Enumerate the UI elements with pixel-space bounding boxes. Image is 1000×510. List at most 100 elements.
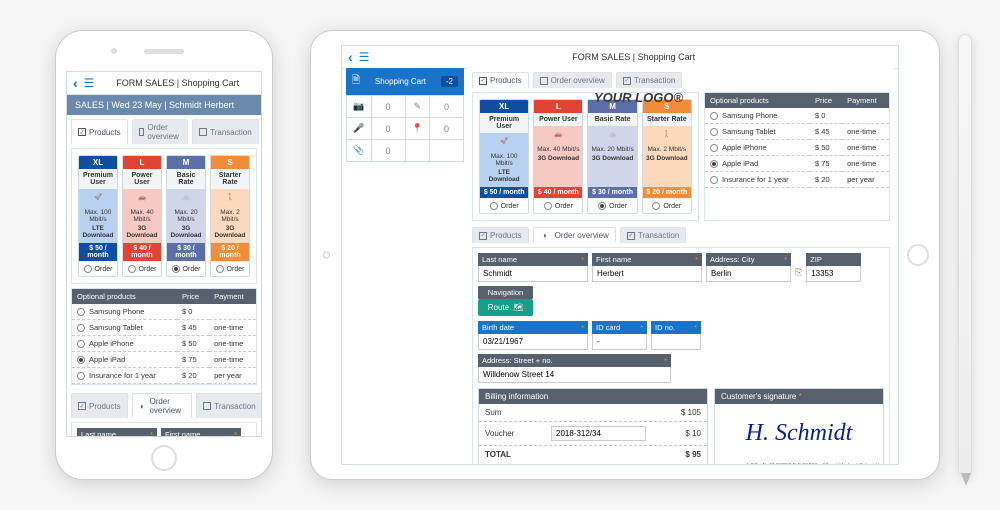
tablet-titlebar: ‹ ☰ FORM SALES | Shopping Cart [342, 46, 898, 69]
order-radio[interactable] [490, 202, 498, 210]
tab-transaction[interactable]: Transaction [196, 393, 262, 418]
options-table: Optional productsPricePayment Samsung Ph… [72, 289, 256, 384]
check-icon: ✓ [479, 77, 487, 85]
order-radio[interactable] [216, 265, 224, 273]
tab-transaction[interactable]: Transaction [192, 119, 259, 144]
back-icon[interactable]: ‹ [73, 75, 78, 91]
pencil-icon[interactable]: ✎ [405, 96, 430, 118]
table-row: Apple iPad$ 75one-time [72, 352, 256, 368]
tab-overview[interactable]: Order overview [132, 119, 189, 144]
plan-price: $ 30 / month [167, 243, 205, 261]
phone-camera [111, 48, 117, 54]
plan-price: $ 50 / month [79, 243, 117, 261]
plans-row: XL Premium User 🚀Max. 100 Mbit/sLTE Down… [72, 149, 256, 283]
table-row: Samsung Phone$ 0 [72, 304, 256, 320]
lastname-input[interactable] [478, 266, 588, 282]
field-lastname: Last name* [77, 428, 157, 437]
page-title: FORM SALES | Shopping Cart [100, 78, 255, 88]
check-icon [139, 128, 145, 136]
sidebar-head[interactable]: 🗎 Shopping Cart -2 [346, 68, 464, 95]
phone-frame: ‹ ☰ FORM SALES | Shopping Cart SALES | W… [55, 30, 273, 480]
field-firstname: First name* [161, 428, 241, 437]
attach-icon[interactable]: 📎 [347, 140, 372, 162]
phone-titlebar: ‹ ☰ FORM SALES | Shopping Cart [67, 72, 261, 95]
order-radio[interactable] [544, 202, 552, 210]
sidebar-badge: -2 [441, 76, 458, 87]
option-radio[interactable] [77, 308, 85, 316]
plan-s[interactable]: S Starter Rate 🚶Max. 2 Mbit/s3G Download… [210, 155, 250, 277]
pin-icon[interactable]: 📍 [405, 118, 430, 140]
bike-icon: 🚲 [177, 193, 195, 207]
plan-tag: XL [79, 156, 117, 169]
check-icon: ✓ [78, 402, 86, 410]
table-row: Samsung Tablet$ 45one-time [72, 320, 256, 336]
option-radio[interactable] [77, 356, 85, 364]
birth-input[interactable] [478, 334, 588, 350]
sidebar-title: Shopping Cart [375, 77, 426, 86]
map-icon: 🗺 [513, 303, 523, 312]
plans-section: XL Premium User 🚀Max. 100 Mbit/sLTE Down… [71, 148, 257, 284]
order-radio[interactable] [172, 265, 180, 273]
tab-transaction[interactable]: ✓Transaction [616, 72, 683, 88]
tab-overview[interactable]: Order overview [533, 72, 612, 88]
table-row: Insurance for 1 year$ 20per year [72, 368, 256, 384]
option-radio[interactable] [77, 324, 85, 332]
tablet-frame: ‹ ☰ FORM SALES | Shopping Cart 🗎 Shoppin… [310, 30, 940, 480]
tab-label: Order overview [147, 123, 181, 141]
col-price: Price [177, 289, 209, 304]
check-icon: ✓ [479, 232, 487, 240]
menu-icon[interactable]: ☰ [359, 50, 370, 64]
tab-products[interactable]: ✓Products [472, 72, 529, 88]
plan-price: $ 40 / month [123, 243, 161, 261]
col-pay: Payment [209, 289, 256, 304]
rocket-icon: 🚀 [89, 193, 107, 207]
check-icon [199, 128, 207, 136]
apple-pencil [958, 34, 972, 474]
tablet-camera [323, 252, 330, 259]
tab-products[interactable]: ✓Products [71, 119, 128, 144]
field-nav: NavigationRoute🗺 [478, 286, 533, 316]
globe-icon: ◐ [540, 231, 552, 240]
check-icon [203, 402, 211, 410]
sidebar: 🗎 Shopping Cart -2 📷0✎0 🎤0📍0 📎0 [346, 68, 464, 162]
tab-overview[interactable]: ◐Order overview [132, 393, 193, 418]
plan-l[interactable]: LPower User🚗Max. 40 Mbit/s3G Download$ 4… [533, 99, 583, 214]
context-bar: SALES | Wed 23 May | Schmidt Herbert [67, 95, 261, 115]
form-section: Last name* First name* Address: City ZIP… [71, 422, 257, 437]
plan-m[interactable]: M Basic Rate 🚲Max. 20 Mbit/s3G Download … [166, 155, 206, 277]
table-row: Apple iPhone$ 50one-time [72, 336, 256, 352]
option-radio[interactable] [77, 372, 85, 380]
camera-icon[interactable]: 📷 [347, 96, 372, 118]
sidebar-grid: 📷0✎0 🎤0📍0 📎0 [346, 95, 464, 162]
order-radio[interactable] [128, 265, 136, 273]
plan-price: $ 20 / month [211, 243, 249, 261]
plan-name: Power User [123, 169, 161, 189]
plan-l[interactable]: L Power User 🚗Max. 40 Mbit/s3G Download … [122, 155, 162, 277]
tablet-home-button[interactable] [907, 244, 929, 266]
back-icon[interactable]: ‹ [348, 49, 353, 65]
tablet-main: ✓Products Order overview ✓Transaction XL… [468, 68, 894, 464]
plan-xl[interactable]: XL Premium User 🚀Max. 100 Mbit/sLTE Down… [78, 155, 118, 277]
phone-home-button[interactable] [151, 445, 177, 471]
check-icon: ✓ [623, 77, 631, 85]
option-radio[interactable] [77, 340, 85, 348]
doc-icon: 🗎 [352, 73, 360, 90]
tab-products[interactable]: ✓Products [472, 227, 529, 243]
phone-screen: ‹ ☰ FORM SALES | Shopping Cart SALES | W… [66, 71, 262, 437]
walk-icon: 🚶 [221, 193, 239, 207]
mic-icon[interactable]: 🎤 [347, 118, 372, 140]
plan-name: Basic Rate [167, 169, 205, 189]
tab-label: Transaction [210, 128, 252, 137]
col-name: Optional products [72, 289, 177, 304]
globe-icon: ◐ [139, 402, 147, 411]
check-icon: ✓ [78, 128, 86, 136]
tab-products[interactable]: ✓Products [71, 393, 128, 418]
phone-tabs: ✓Products Order overview Transaction [67, 115, 261, 144]
plan-name: Premium User [79, 169, 117, 189]
order-radio[interactable] [84, 265, 92, 273]
menu-icon[interactable]: ☰ [84, 76, 95, 90]
tab-label: Products [89, 128, 121, 137]
car-icon: 🚗 [133, 193, 151, 207]
route-button[interactable]: Route🗺 [478, 299, 533, 316]
plan-xl[interactable]: XLPremium User🚀Max. 100 Mbit/sLTE Downlo… [479, 99, 529, 214]
